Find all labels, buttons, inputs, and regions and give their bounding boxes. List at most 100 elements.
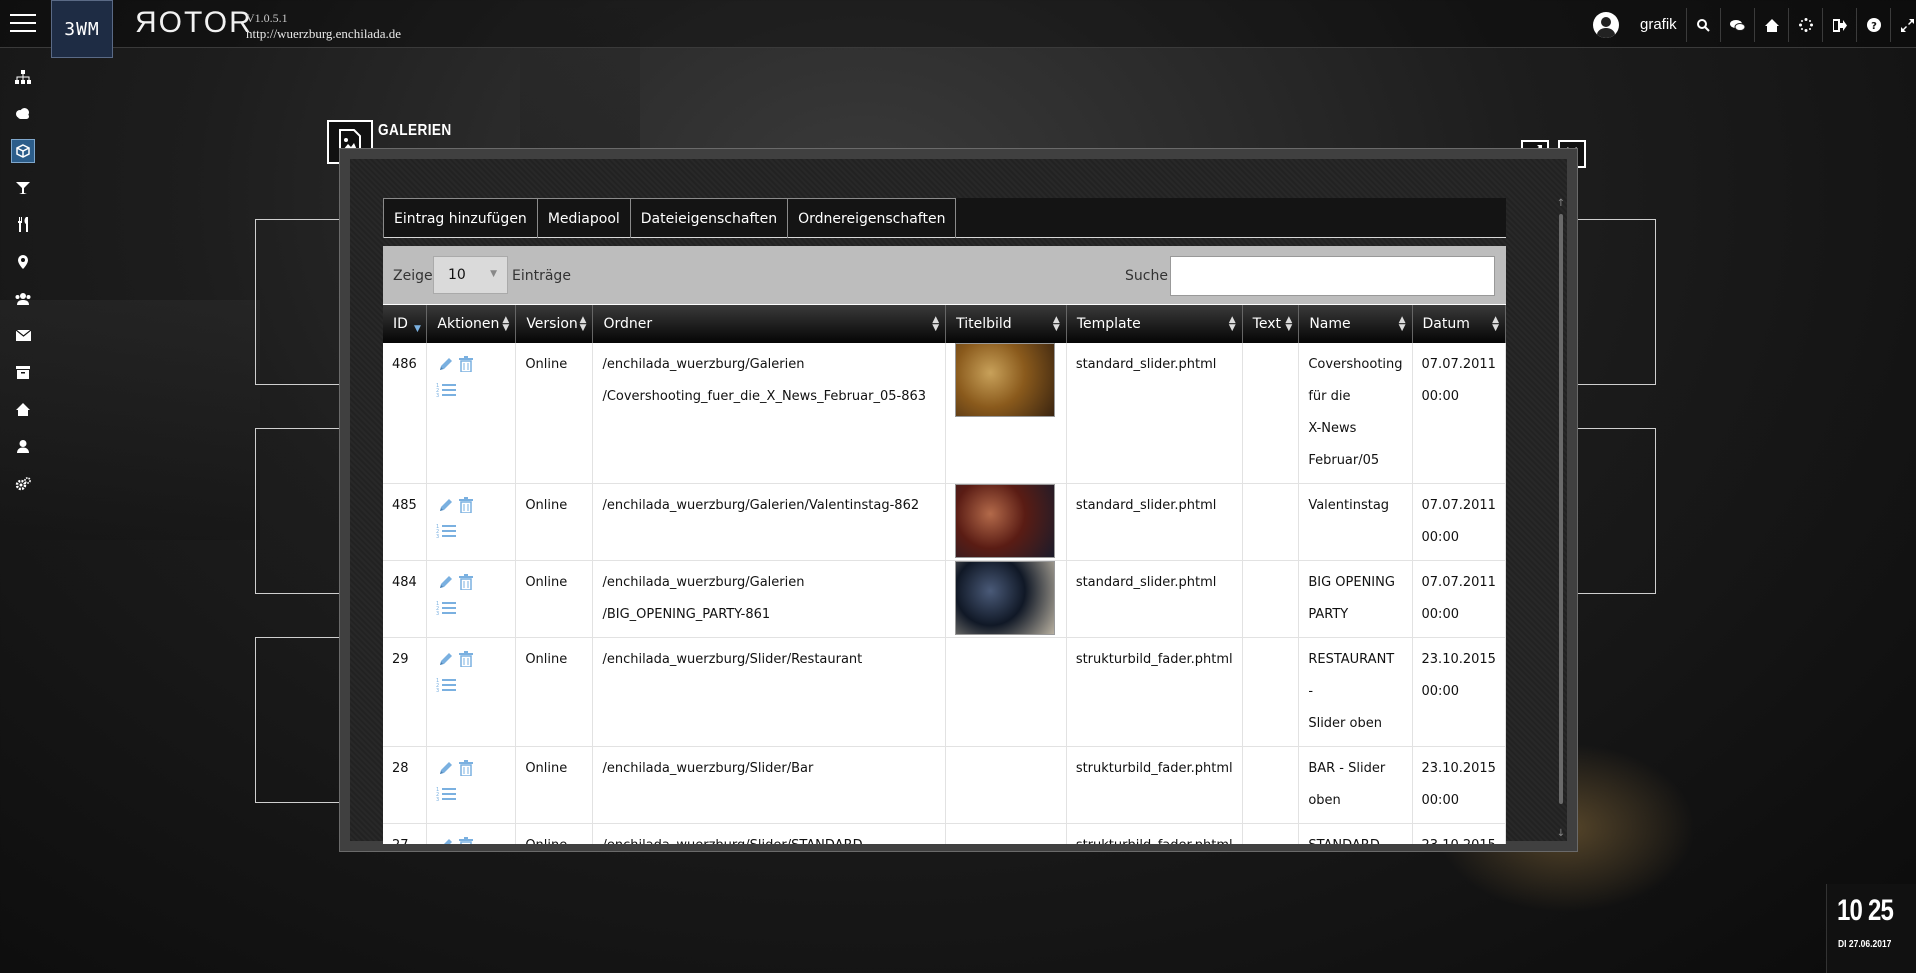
table-row[interactable]: 485 123 Online/enchilada_wuerzburg/Galer…: [383, 483, 1506, 561]
table-row[interactable]: 486 123 Online/enchilada_wuerzburg/Galer…: [383, 343, 1506, 484]
table-row[interactable]: 28 123 Online/enchilada_wuerzburg/Slider…: [383, 746, 1506, 824]
table-row[interactable]: 484 123 Online/enchilada_wuerzburg/Galer…: [383, 560, 1506, 638]
scroll-down-icon[interactable]: ↓: [1556, 828, 1566, 839]
gallery-thumbnail[interactable]: [955, 343, 1056, 417]
site-url: http://wuerzburg.enchilada.de: [246, 26, 401, 41]
svg-text:3: 3: [436, 534, 439, 539]
cell-version: Online: [515, 343, 594, 484]
search-icon[interactable]: [1686, 8, 1720, 42]
edit-icon[interactable]: [436, 834, 456, 844]
cell-title-image: [945, 560, 1067, 638]
trash-icon[interactable]: [456, 571, 476, 593]
list-icon[interactable]: 123: [436, 379, 457, 401]
sidebar-item-bar[interactable]: [0, 169, 46, 206]
cell-id: 27: [383, 823, 428, 844]
edit-icon[interactable]: [436, 757, 456, 779]
cell-actions: 123: [426, 746, 517, 824]
table-row[interactable]: 29 123 Online/enchilada_wuerzburg/Slider…: [383, 637, 1506, 747]
column-header-date[interactable]: Datum ▲ ▼: [1412, 305, 1506, 343]
scroll-up-icon[interactable]: ↑: [1556, 198, 1566, 209]
logo[interactable]: 3WM: [51, 0, 113, 58]
sidebar-item-mail[interactable]: [0, 317, 46, 354]
column-header-text[interactable]: Text ▲ ▼: [1242, 305, 1300, 343]
cell-folder: /enchilada_wuerzburg/Slider/STANDARD: [592, 823, 947, 844]
column-header-title-image[interactable]: Titelbild ▲ ▼: [945, 305, 1067, 343]
user-icon: [11, 435, 35, 459]
trash-icon[interactable]: [456, 648, 476, 670]
table-row[interactable]: 27 123 Online/enchilada_wuerzburg/Slider…: [383, 823, 1506, 844]
cell-actions: 123: [426, 343, 517, 484]
menu-icon[interactable]: [10, 14, 36, 34]
column-header-id[interactable]: ID ▼: [383, 305, 428, 343]
cell-template: strukturbild_fader.phtml: [1066, 823, 1243, 844]
cell-id: 29: [383, 637, 428, 747]
archive-icon: [11, 361, 35, 385]
logout-icon[interactable]: [1822, 8, 1856, 42]
list-icon[interactable]: 123: [436, 597, 457, 619]
tab-add-entry[interactable]: Eintrag hinzufügen: [383, 198, 538, 238]
cell-name: Covershooting für die X-News Februar/05: [1298, 343, 1413, 484]
list-icon[interactable]: 123: [436, 520, 457, 542]
column-header-version[interactable]: Version ▲ ▼: [515, 305, 594, 343]
cell-id: 484: [383, 560, 428, 638]
column-header-name[interactable]: Name ▲ ▼: [1298, 305, 1413, 343]
svg-text:?: ?: [1871, 21, 1877, 32]
cell-version: Online: [515, 483, 594, 561]
cogs-icon: [11, 472, 35, 496]
edit-icon[interactable]: [436, 648, 456, 670]
trash-icon[interactable]: [456, 757, 476, 779]
trash-icon[interactable]: [456, 834, 476, 844]
gallery-thumbnail[interactable]: [955, 561, 1056, 635]
sidebar-item-user[interactable]: [0, 428, 46, 465]
home-icon[interactable]: [1754, 8, 1788, 42]
tab-file-properties[interactable]: Dateieigenschaften: [629, 198, 789, 238]
sidebar-item-location[interactable]: [0, 243, 46, 280]
cell-version: Online: [515, 823, 594, 844]
edit-icon[interactable]: [436, 494, 456, 516]
cell-actions: 123: [426, 823, 517, 844]
fullscreen-icon[interactable]: [1890, 8, 1916, 42]
folder-path-line: /enchilada_wuerzburg/Slider/Bar: [602, 761, 814, 776]
sidebar-item-archive[interactable]: [0, 354, 46, 391]
background-tile: [255, 637, 340, 803]
avatar[interactable]: [1593, 12, 1619, 38]
sidebar-item-restaurant[interactable]: [0, 206, 46, 243]
column-header-folder[interactable]: Ordner ▲ ▼: [592, 305, 947, 343]
cell-name: BAR - Slider oben: [1298, 746, 1413, 824]
sidebar-item-settings[interactable]: [0, 465, 46, 502]
cell-title-image: [945, 746, 1067, 824]
dialog-scrollbar[interactable]: ↑ ↓: [1556, 198, 1566, 844]
sidebar-item-home[interactable]: [0, 391, 46, 428]
trash-icon[interactable]: [456, 494, 476, 516]
edit-icon[interactable]: [436, 353, 456, 375]
search-input[interactable]: [1170, 256, 1495, 296]
sidebar-item-sitemap[interactable]: [0, 58, 46, 95]
user-name[interactable]: grafik: [1640, 16, 1677, 33]
gallery-thumbnail[interactable]: [955, 484, 1056, 558]
sidebar-item-modules[interactable]: [0, 132, 46, 169]
cell-folder: /enchilada_wuerzburg/Galerien/Valentinst…: [592, 483, 947, 561]
date-line: 07.07.2011: [1421, 575, 1496, 590]
list-icon[interactable]: 123: [436, 783, 457, 805]
top-icon-bar: ?: [1686, 8, 1916, 42]
cell-date: 23.10.2015 00:00: [1412, 637, 1506, 747]
scroll-thumb[interactable]: [1559, 214, 1563, 804]
tab-folder-properties[interactable]: Ordnereigenschaften: [787, 198, 957, 238]
gallery-table-panel: Zeige 10 ▼ Einträge Suche ID ▼ Aktionen ▲ ▼…: [383, 246, 1506, 844]
edit-icon[interactable]: [436, 571, 456, 593]
column-header-template[interactable]: Template ▲ ▼: [1066, 305, 1243, 343]
page-size-select[interactable]: 10 ▼: [433, 256, 508, 294]
spinner-icon[interactable]: [1788, 8, 1822, 42]
column-header-actions[interactable]: Aktionen ▲ ▼: [426, 305, 517, 343]
help-icon[interactable]: ?: [1856, 8, 1890, 42]
name-line: STANDARD -: [1308, 830, 1402, 844]
trash-icon[interactable]: [456, 353, 476, 375]
chat-icon[interactable]: [1720, 8, 1754, 42]
sidebar-item-cloud[interactable]: [0, 95, 46, 132]
cell-text: [1242, 823, 1300, 844]
tab-mediapool[interactable]: Mediapool: [536, 198, 631, 238]
cell-text: [1242, 746, 1300, 824]
sidebar-item-users[interactable]: [0, 280, 46, 317]
cell-date: 07.07.2011 00:00: [1412, 560, 1506, 638]
list-icon[interactable]: 123: [436, 674, 457, 696]
